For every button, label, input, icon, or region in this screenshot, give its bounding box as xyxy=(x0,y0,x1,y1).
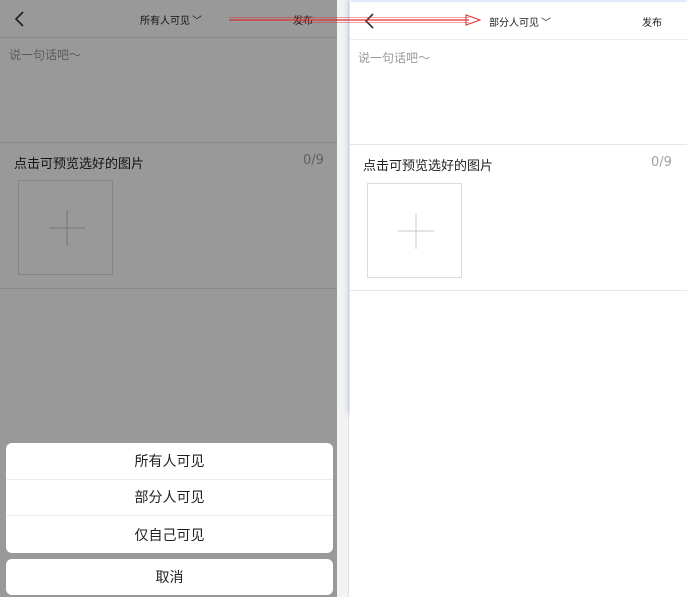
chevron-left-icon[interactable] xyxy=(362,12,378,30)
divider xyxy=(350,144,687,145)
image-section-label: 点击可预览选好的图片 xyxy=(363,159,494,174)
empty-area xyxy=(350,412,687,597)
action-sheet: 所有人可见 部分人可见 仅自己可见 xyxy=(6,443,333,553)
left-screen: 所有人可见 ﹀ 发布 说一句话吧～ 点击可预览选好的图片 0/9 所有人可见 部分… xyxy=(0,0,337,597)
add-image-button[interactable] xyxy=(367,183,462,278)
option-everyone[interactable]: 所有人可见 xyxy=(6,443,333,480)
right-nav-bar: 部分人可见 ﹀ 发布 xyxy=(350,2,687,40)
image-count: 0/9 xyxy=(651,155,672,170)
compose-input[interactable]: 说一句话吧～ xyxy=(358,49,430,66)
visibility-label: 部分人可见 xyxy=(489,18,539,29)
publish-button[interactable]: 发布 xyxy=(642,14,662,29)
cancel-button[interactable]: 取消 xyxy=(6,559,333,595)
option-only-me[interactable]: 仅自己可见 xyxy=(6,516,333,553)
plus-icon xyxy=(398,213,434,249)
screenshot-root: 所有人可见 ﹀ 发布 说一句话吧～ 点击可预览选好的图片 0/9 所有人可见 部分… xyxy=(0,0,687,597)
chevron-down-icon: ﹀ xyxy=(541,18,551,29)
divider xyxy=(350,290,687,291)
right-screen: 部分人可见 ﹀ 发布 说一句话吧～ 点击可预览选好的图片 0/9 xyxy=(350,2,687,412)
panel-separator xyxy=(337,0,349,597)
option-partial[interactable]: 部分人可见 xyxy=(6,480,333,517)
visibility-selector[interactable]: 部分人可见 ﹀ xyxy=(489,14,551,29)
